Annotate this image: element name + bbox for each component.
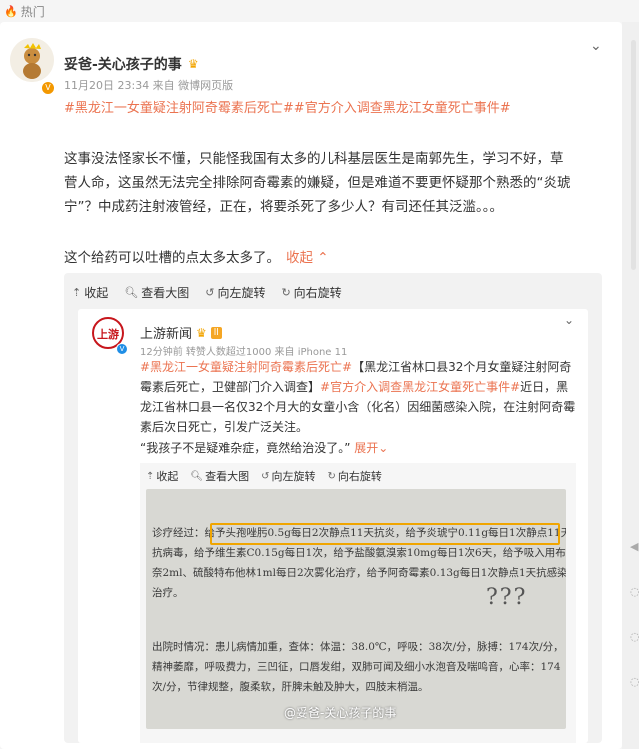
repost-box: ⇡ 收起 🔍︎ 查看大图 ↺ 向左旋转 ↻ 向右旋转 上游 V 上游新闻 ♛ ll 12… [64,273,602,743]
inner-author[interactable]: 上游新闻 ♛ ll [140,323,222,342]
record-line: 出院时情况：患儿病情加重，查体：体温：38.0℃，呼吸：38次/分，脉搏：174… [152,641,564,653]
author-name-text[interactable]: 妥爸-关心孩子的事 [64,54,182,74]
view-large-label: 查看大图 [205,470,250,483]
collapse-button[interactable]: ⇡ 收起 [64,284,116,301]
record-line: 抗病毒，给予维生素C0.15g每日1次，给予盐酸氨溴索10mg每日1次6天，给予… [152,547,566,559]
rotate-left-button[interactable]: ↺ 向左旋转 [255,468,321,484]
top-bar: 🔥 热门 [0,0,639,22]
handwritten-annotation: ??? [486,585,528,610]
crown-icon: ♛ [196,325,207,340]
rotate-right-label: 向右旋转 [337,470,382,483]
inner-image-toolbar: ⇡ 收起 🔍︎ 查看大图 ↺ 向左旋转 ↻ 向右旋转 [140,463,388,489]
like-icon[interactable]: ◌ [630,630,639,643]
view-large-label: 查看大图 [141,285,190,300]
inner-post-text: #黑龙江一女童疑注射阿奇霉素后死亡#【黑龙江省林口县32个月女童疑注射阿奇霉素后… [140,357,576,437]
rotate-left-label: 向左旋转 [271,470,316,483]
inner-quote: “我孩子不是疑难杂症，竟然给治没了。” 展开⌄ [140,439,388,456]
collapse-icon: ⇡ [72,285,82,299]
verified-badge-icon: V [41,81,55,95]
rotate-left-button[interactable]: ↺ 向左旋转 [197,284,273,301]
expand-link[interactable]: 展开⌄ [354,441,388,455]
rotate-left-label: 向左旋转 [217,285,266,300]
post-meta: 11月20日 23:34 来自 微博网页版 [64,79,234,92]
topic-tag[interactable]: #黑龙江一女童疑注射阿奇霉素后死亡# [140,360,352,374]
hot-label[interactable]: 🔥 热门 [4,3,45,20]
record-line: 次/分，节律规整，腹柔软，肝脾未触及肿大，四肢末梢温。 [152,681,429,693]
fire-icon: 🔥 [4,5,18,18]
topic-tag[interactable]: #官方介入调查黑龙江女童死亡事件# [320,380,520,394]
record-line: 奈2ml、硫酸特布他林1ml每日2次雾化治疗，给予阿奇霉素0.13g每日1次静点… [152,567,566,579]
inner-post-meta: 12分钟前 转赞人数超过1000 来自 iPhone 11 [140,347,348,358]
comment-icon[interactable]: ◌ [630,585,639,598]
expand-label: 展开 [354,441,379,455]
collapse-button-label: 收起 [156,470,179,483]
topic-tag[interactable]: #官方介入调查黑龙江女童死亡事件# [294,101,511,116]
search-icon: 🔍︎ [124,285,139,299]
scrollbar[interactable] [631,40,636,270]
image-toolbar: ⇡ 收起 🔍︎ 查看大图 ↺ 向左旋转 ↻ 向右旋转 [64,273,350,311]
collapse-button[interactable]: ⇡ 收起 [140,468,184,484]
watermark: @妥爸-关心孩子的事 [284,706,397,720]
view-large-button[interactable]: 🔍︎ 查看大图 [184,468,255,484]
vip-badge: ll [210,326,222,339]
quote-text: “我孩子不是疑难杂症，竟然给治没了。” [140,441,351,455]
inner-author-name[interactable]: 上游新闻 [140,323,192,342]
collapse-link[interactable]: 收起 ⌃ [286,250,329,266]
verified-badge-icon: V [116,343,128,355]
crown-icon: ♛ [187,57,199,71]
author-avatar[interactable] [10,38,54,82]
rotate-left-icon: ↺ [205,285,215,299]
view-large-button[interactable]: 🔍︎ 查看大图 [116,284,197,301]
collapse-icon: ⇡ [146,470,155,482]
share-icon[interactable]: ◀ [630,540,638,553]
more-icon[interactable]: ◌ [630,675,639,688]
rotate-right-icon: ↻ [281,285,291,299]
search-icon: 🔍︎ [190,470,204,482]
collapse-label: 收起 [286,250,313,266]
medical-record-photo[interactable]: 诊疗经过：给予头孢唑肟0.5g每日2次静点11天抗炎，给予炎琥宁0.11g每日1… [146,489,566,729]
image-container: ⇡ 收起 🔍︎ 查看大图 ↺ 向左旋转 ↻ 向右旋转 诊疗经过：给予头孢唑肟0.5g每日… [140,463,576,743]
rotate-left-icon: ↺ [261,470,270,482]
post-body-continued: 这个给药可以吐槽的点太多太多了。 收起 ⌃ [64,246,329,266]
chevron-down-icon[interactable]: ⌄ [564,313,574,327]
chevron-down-icon[interactable]: ⌄ [590,38,602,54]
highlight-box [210,523,560,545]
author-name[interactable]: 妥爸-关心孩子的事 ♛ [64,54,199,74]
topic-tag[interactable]: #黑龙江一女童疑注射阿奇霉素后死亡# [64,101,294,116]
record-line: 治疗。 [152,587,184,599]
inner-post: 上游 V 上游新闻 ♛ ll 12分钟前 转赞人数超过1000 来自 iPhon… [78,309,588,743]
rotate-right-button[interactable]: ↻ 向右旋转 [273,284,349,301]
post-body-line: 这个给药可以吐槽的点太多太多了。 [64,250,280,266]
rotate-right-label: 向右旋转 [293,285,342,300]
collapse-button-label: 收起 [84,285,109,300]
avatar-illustration [10,38,54,82]
post-tags: #黑龙江一女童疑注射阿奇霉素后死亡##官方介入调查黑龙江女童死亡事件# [64,97,511,116]
rotate-right-icon: ↻ [327,470,336,482]
post-body: 这事没法怪家长不懂，只能怪我国有太多的儿科基层医生是南郭先生，学习不好，草菅人命… [64,151,571,215]
rotate-right-button[interactable]: ↻ 向右旋转 [321,468,387,484]
hot-text: 热门 [20,5,45,19]
record-line: 精神萎靡，呼吸费力，三凹征，口唇发绀，双肺可闻及细小水泡音及喘鸣音，心率：174 [152,661,561,673]
